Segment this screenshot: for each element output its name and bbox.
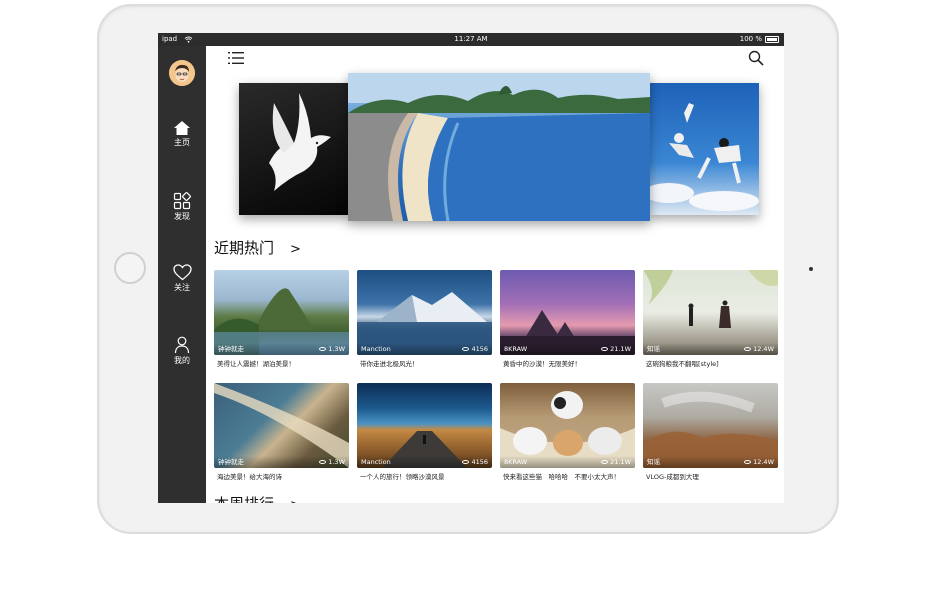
tile-author: 8KRAW [504, 345, 528, 353]
eye-icon [744, 347, 752, 351]
discover-icon [173, 192, 191, 210]
nav-home-label: 主页 [174, 138, 190, 147]
nav-mine-label: 我的 [174, 356, 190, 365]
section-weekly-title[interactable]: 本周排行 > [214, 493, 301, 503]
tile-caption: 这碗狗粮我不翻唱[style] [646, 360, 719, 368]
menu-icon[interactable] [228, 51, 244, 65]
tile-meta: 知谣 12.4W [643, 343, 778, 355]
battery-percent: 100 % [739, 35, 762, 43]
user-icon [174, 336, 190, 354]
battery-icon [765, 36, 779, 43]
tile-meta: 知谣 12.4W [643, 456, 778, 468]
eye-icon [319, 460, 327, 464]
banner-dove[interactable] [239, 83, 349, 215]
nav-discover-label: 发现 [174, 212, 190, 221]
eye-icon [462, 460, 470, 464]
tile-meta: 8KRAW 21.1W [500, 456, 635, 468]
camera-dot [809, 267, 813, 271]
tile-views: 12.4W [744, 456, 774, 468]
tile-views: 1.3W [319, 456, 345, 468]
video-tile[interactable]: 8KRAW 21.1W 黄昏中的沙漠！无限美好！ [500, 270, 635, 368]
section-weekly-arrow[interactable]: > [290, 498, 301, 503]
home-icon [174, 121, 190, 135]
eye-icon [601, 460, 609, 464]
section-hot-title[interactable]: 近期热门 > [214, 237, 301, 258]
tile-views: 1.3W [319, 343, 345, 355]
section-hot-arrow[interactable]: > [290, 242, 301, 257]
video-tile[interactable]: 8KRAW 21.1W 快来看这些猫 哈哈哈 不要小太大声！ [500, 383, 635, 481]
home-button [114, 252, 146, 284]
tile-meta: 钟钟就走 1.3W [214, 343, 349, 355]
tile-author: 钟钟就走 [218, 458, 244, 466]
tile-caption: 海边美景！给大海的诗 [217, 473, 282, 481]
video-tile[interactable]: Manction 4156 带你走进北极风光！ [357, 270, 492, 368]
video-tile[interactable]: 知谣 12.4W 这碗狗粮我不翻唱[style] [643, 270, 778, 368]
status-time: 11:27 AM [454, 35, 488, 43]
tile-views: 4156 [462, 343, 488, 355]
tile-caption: 黄昏中的沙漠！无限美好！ [503, 360, 581, 368]
tile-meta: Manction 4156 [357, 343, 492, 355]
video-tile[interactable]: 钟钟就走 1.3W 海边美景！给大海的诗 [214, 383, 349, 481]
tile-views: 12.4W [744, 343, 774, 355]
tile-views: 4156 [462, 456, 488, 468]
tile-caption: 快来看这些猫 哈哈哈 不要小太大声！ [503, 473, 620, 481]
eye-icon [462, 347, 470, 351]
tile-views: 21.1W [601, 456, 631, 468]
tile-author: Manction [361, 458, 391, 466]
video-tile[interactable]: Manction 4156 一个人的旅行！领略沙漠风景 [357, 383, 492, 481]
sidebar: 主页 发现 关注 我的 [158, 46, 206, 503]
banner-carousel[interactable] [206, 71, 784, 231]
video-tile[interactable]: 钟钟就走 1.3W 美得让人震撼！湖泊美景！ [214, 270, 349, 368]
tile-meta: 钟钟就走 1.3W [214, 456, 349, 468]
status-bar: ipad 11:27 AM 100 % [158, 33, 784, 46]
tile-author: 知谣 [647, 345, 660, 353]
app-screen: ipad 11:27 AM 100 % 主页 发现 关注 我的 近期热门 > 钟… [158, 33, 784, 503]
video-tile[interactable]: 知谣 12.4W VLOG-成都到大理 [643, 383, 778, 481]
heart-icon [172, 264, 192, 281]
tile-author: Manction [361, 345, 391, 353]
eye-icon [319, 347, 327, 351]
tile-meta: 8KRAW 21.1W [500, 343, 635, 355]
tile-caption: 一个人的旅行！领略沙漠风景 [360, 473, 445, 481]
tile-author: 8KRAW [504, 458, 528, 466]
tile-views: 21.1W [601, 343, 631, 355]
section-weekly-label: 本周排行 [214, 495, 274, 503]
nav-home[interactable]: 主页 [158, 120, 206, 148]
nav-mine[interactable]: 我的 [158, 336, 206, 366]
search-icon[interactable] [748, 50, 764, 66]
avatar[interactable] [169, 60, 195, 86]
nav-follow[interactable]: 关注 [158, 264, 206, 293]
tile-caption: VLOG-成都到大理 [646, 473, 699, 481]
banner-rio-beach[interactable] [348, 73, 650, 221]
tile-author: 知谣 [647, 458, 660, 466]
tile-author: 钟钟就走 [218, 345, 244, 353]
banner-skydivers[interactable] [649, 83, 759, 215]
tile-caption: 美得让人震撼！湖泊美景！ [217, 360, 295, 368]
nav-follow-label: 关注 [174, 283, 190, 292]
tile-caption: 带你走进北极风光！ [360, 360, 419, 368]
tile-meta: Manction 4156 [357, 456, 492, 468]
section-hot-label: 近期热门 [214, 239, 275, 257]
eye-icon [601, 347, 609, 351]
nav-discover[interactable]: 发现 [158, 192, 206, 222]
eye-icon [744, 460, 752, 464]
